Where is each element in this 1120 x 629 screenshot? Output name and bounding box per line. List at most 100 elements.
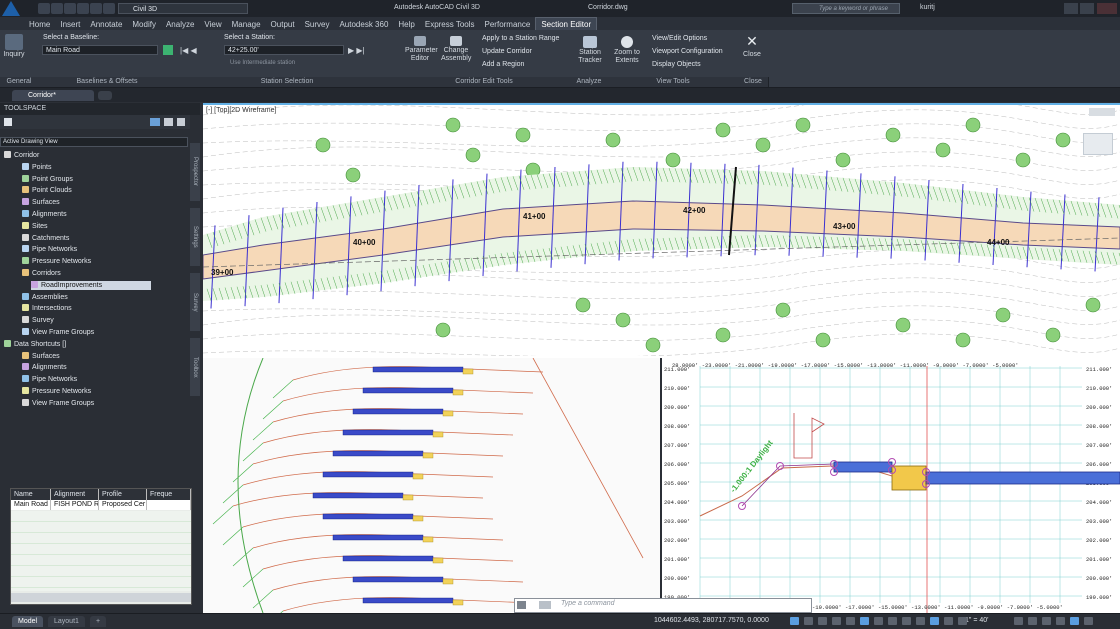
tree-item[interactable]: Pressure Networks [22, 387, 91, 396]
close-icon[interactable] [1097, 3, 1117, 14]
model-tab[interactable]: Model [12, 616, 44, 627]
redo-icon[interactable] [103, 3, 115, 14]
viewcube-icon[interactable] [1083, 133, 1113, 155]
plot-icon[interactable] [77, 3, 89, 14]
search-input[interactable]: Type a keyword or phrase [792, 3, 900, 14]
status-toggle-icon[interactable] [1084, 617, 1093, 625]
toolspace-menu-icon[interactable] [4, 118, 12, 126]
status-toggle-icon[interactable] [804, 617, 813, 625]
tree-item[interactable]: Intersections [22, 304, 72, 313]
tree-item[interactable]: Corridors [22, 269, 61, 278]
grid-header-alignment[interactable]: Alignment [51, 489, 99, 500]
status-toggle-icon[interactable] [790, 617, 799, 625]
apply-range-button[interactable]: Apply to a Station Range [482, 35, 559, 42]
tree-item[interactable]: Sites [22, 221, 48, 231]
tree-item[interactable]: Pressure Networks [22, 257, 91, 266]
tree-item[interactable]: Alignments [22, 210, 67, 219]
minimize-icon[interactable] [1064, 3, 1078, 14]
ribbon-tab-modify[interactable]: Modify [127, 18, 161, 30]
ribbon-tab-manage[interactable]: Manage [227, 18, 266, 30]
undo-icon[interactable] [90, 3, 102, 14]
viewport-label[interactable]: [-] [Top][2D Wireframe] [206, 107, 276, 114]
layout-tab[interactable]: Layout1 [48, 616, 85, 627]
status-toggle-icon[interactable] [874, 617, 883, 625]
section-viewport[interactable]: 211.000' 211.000' 210.000' 210.000' 209.000'… [662, 358, 1120, 613]
tree-item[interactable]: View Frame Groups [22, 328, 94, 337]
grid-scrollbar[interactable] [11, 593, 191, 602]
status-toggle-icon[interactable] [902, 617, 911, 625]
tree-item[interactable]: Pipe Networks [22, 375, 77, 384]
toolspace-tools-icon[interactable] [150, 118, 160, 126]
status-toggle-icon[interactable] [860, 617, 869, 625]
tree-item[interactable]: Alignments [22, 363, 67, 372]
tree-item[interactable]: Pipe Networks [22, 245, 77, 254]
ribbon-tab-annotate[interactable]: Annotate [85, 18, 127, 30]
add-layout-icon[interactable]: + [90, 616, 107, 627]
status-toggle-icon[interactable] [1042, 617, 1051, 625]
side-tab-settings[interactable]: Settings [190, 208, 200, 266]
open-icon[interactable] [51, 3, 63, 14]
sign-in-user[interactable]: kuritj [920, 4, 935, 11]
view-select[interactable]: Active Drawing View [0, 137, 188, 147]
doc-tab-corridor[interactable]: Corridor* [12, 90, 94, 101]
save-icon[interactable] [64, 3, 76, 14]
side-tab-toolbox[interactable]: Toolbox [190, 338, 200, 396]
intermediate-station-checkbox[interactable]: Use Intermediate station [230, 60, 295, 66]
viewport-config-button[interactable]: Viewport Configuration [652, 48, 723, 55]
ribbon-tab-performance[interactable]: Performance [480, 18, 536, 30]
new-tab-icon[interactable] [98, 91, 112, 100]
status-toggle-icon[interactable] [1056, 617, 1065, 625]
workspace-select[interactable]: Civil 3D [118, 3, 248, 14]
next-station-icon[interactable]: ▶ ▶| [348, 46, 365, 55]
grid-header-frequency[interactable]: Freque [147, 489, 191, 500]
station-select[interactable]: 42+25.00' [224, 45, 344, 55]
tree-item[interactable]: Points [22, 162, 51, 172]
ribbon-tab-home[interactable]: Home [24, 18, 55, 30]
toolspace-help-icon[interactable] [177, 118, 185, 126]
grid-header-name[interactable]: Name [11, 489, 51, 500]
update-corridor-button[interactable]: Update Corridor [482, 48, 532, 55]
tree-item[interactable]: Catchments [22, 233, 69, 243]
tree-item[interactable]: Corridor [4, 151, 39, 160]
ribbon-tab-autodesk-360[interactable]: Autodesk 360 [334, 18, 393, 30]
tree-item[interactable]: Assemblies [22, 292, 68, 302]
command-prompt-icon[interactable] [539, 601, 551, 609]
tree-item[interactable]: View Frame Groups [22, 398, 94, 408]
command-close-icon[interactable] [517, 601, 526, 609]
change-assembly-button[interactable]: Change Assembly [441, 36, 471, 63]
new-icon[interactable] [38, 3, 50, 14]
baseline-select[interactable]: Main Road [42, 45, 158, 55]
plan-viewport[interactable]: 39+00 40+00 41+00 42+00 43+00 44+00 [-] [Top]… [203, 103, 1120, 358]
side-tab-prospector[interactable]: Prospector [190, 143, 200, 201]
baseline-pick-icon[interactable] [163, 45, 173, 55]
maximize-icon[interactable] [1080, 3, 1094, 14]
toolspace-grid-icon[interactable] [164, 118, 173, 126]
tree-item[interactable]: Survey [22, 316, 54, 325]
status-toggle-icon[interactable] [888, 617, 897, 625]
ribbon-tab-output[interactable]: Output [266, 18, 300, 30]
first-station-icon[interactable]: |◀ ◀ [180, 46, 197, 55]
annotation-scale[interactable]: 1" = 40' [965, 617, 988, 624]
tree-item[interactable]: Point Clouds [22, 186, 72, 195]
status-toggle-icon[interactable] [930, 617, 939, 625]
status-toggle-icon[interactable] [958, 617, 967, 625]
status-toggle-icon[interactable] [1028, 617, 1037, 625]
ribbon-tab-analyze[interactable]: Analyze [161, 18, 199, 30]
table-row[interactable]: Main Road FISH POND R Proposed Cer [11, 500, 191, 510]
display-objects-button[interactable]: Display Objects [652, 61, 701, 68]
status-toggle-icon[interactable] [916, 617, 925, 625]
view-edit-options-button[interactable]: View/Edit Options [652, 35, 707, 42]
parameter-editor-button[interactable]: Parameter Editor [405, 36, 438, 63]
tree-item[interactable]: Data Shortcuts [] [4, 339, 66, 349]
autocad-logo-icon[interactable] [2, 1, 20, 16]
command-input[interactable]: Type a command [561, 600, 615, 607]
ribbon-tab-survey[interactable]: Survey [300, 18, 335, 30]
close-editor-button[interactable]: ✕ Close [740, 34, 764, 59]
status-toggle-icon[interactable] [1070, 617, 1079, 625]
viewport-controls-icon[interactable] [1089, 108, 1115, 116]
status-toggle-icon[interactable] [1014, 617, 1023, 625]
ribbon-tab-help[interactable]: Help [393, 18, 419, 30]
side-tab-survey[interactable]: Survey [190, 273, 200, 331]
status-toggle-icon[interactable] [818, 617, 827, 625]
command-line[interactable]: Type a command [514, 598, 812, 613]
